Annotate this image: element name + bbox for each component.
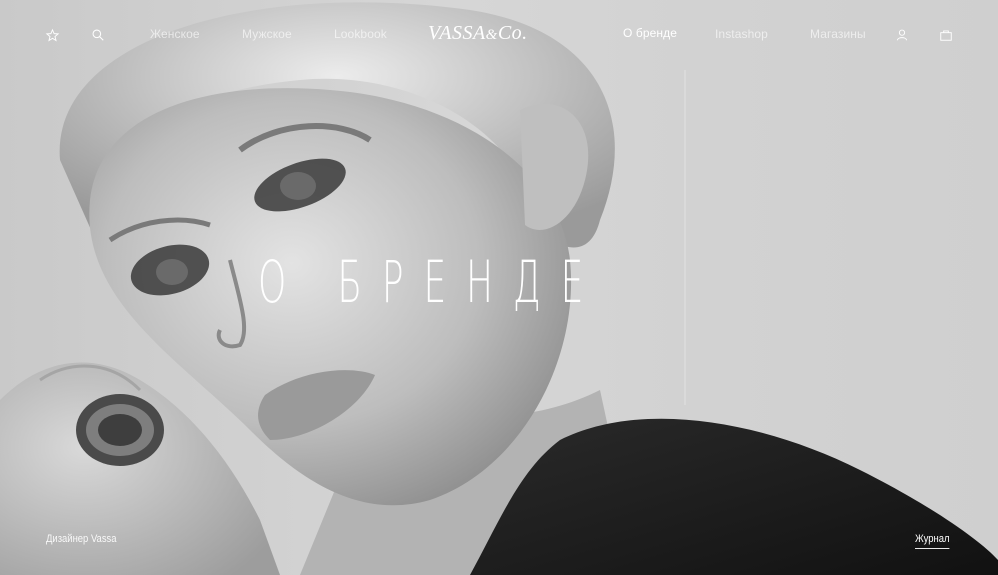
user-icon[interactable] [893,26,911,44]
top-navigation: Женское Мужское Lookbook VASSA&Co. О бре… [0,0,998,70]
star-icon[interactable] [43,26,61,44]
nav-link-stores[interactable]: Магазины [810,27,866,41]
logo-text-main: VASSA [428,22,486,44]
nav-link-women[interactable]: Женское [150,27,200,41]
search-icon[interactable] [89,26,107,44]
bag-icon[interactable] [937,26,955,44]
logo-ampersand: & [485,27,498,43]
journal-link[interactable]: Журнал [915,533,950,549]
nav-link-about[interactable]: О бренде [623,26,677,40]
photo-caption: Дизайнер Vassa [46,533,117,545]
nav-link-men[interactable]: Мужское [242,27,292,41]
brand-logo[interactable]: VASSA&Co. [428,22,570,48]
nav-link-instashop[interactable]: Instashop [715,27,768,41]
nav-link-lookbook[interactable]: Lookbook [334,27,387,41]
logo-text-co: Co. [497,22,528,44]
page-title: О БРЕНДЕ [258,248,604,316]
